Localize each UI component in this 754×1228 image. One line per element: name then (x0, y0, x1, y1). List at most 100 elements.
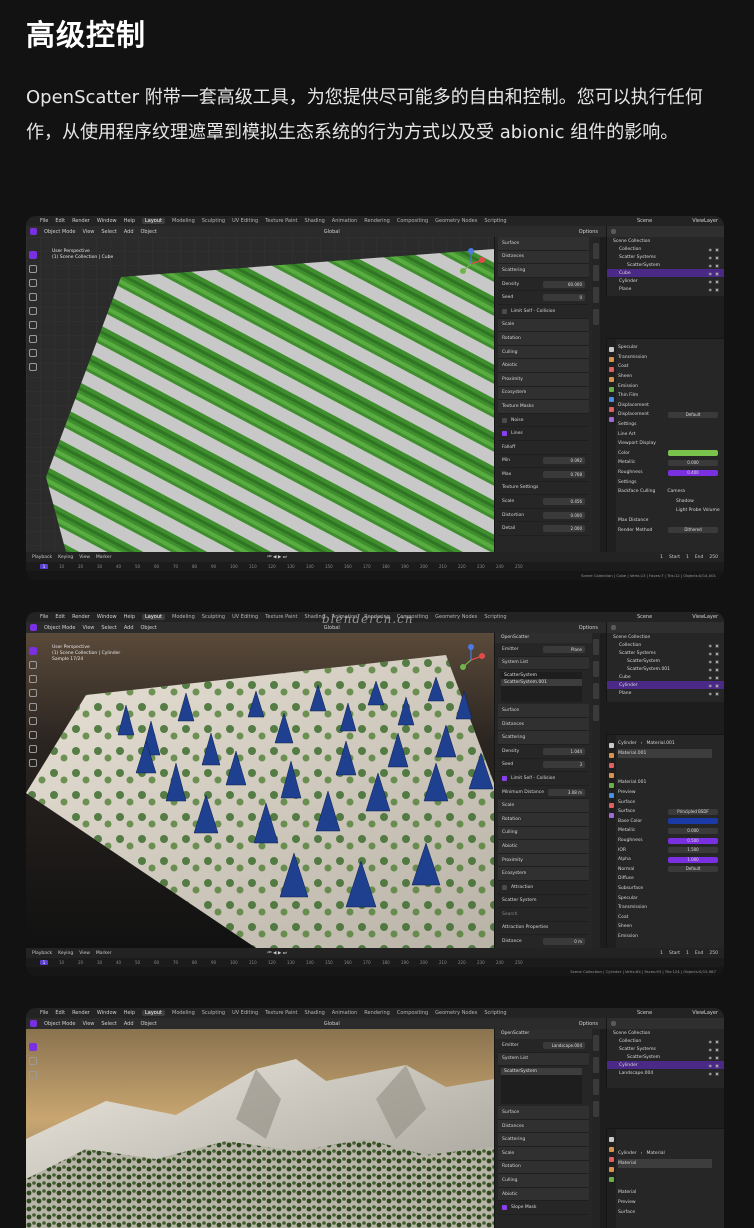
mode-selector[interactable]: Object Mode (44, 625, 76, 631)
outliner-scattersystem-001[interactable]: ScatterSystem.001 ◉ ▣ (607, 665, 724, 673)
menu-add[interactable]: Add (124, 1021, 134, 1027)
outliner-cube[interactable]: Cube ◉ ▣ (607, 269, 724, 277)
panel-texture-masks[interactable]: Texture Masks (498, 400, 589, 414)
outliner-scene-collection[interactable]: Scene Collection (607, 1029, 724, 1037)
keying-menu[interactable]: Keying (58, 951, 73, 956)
emission-section[interactable]: Emission (618, 932, 724, 942)
displacement-field[interactable]: Displacement Default (618, 410, 724, 420)
tab-animation[interactable]: Animation (332, 1010, 358, 1016)
add-cube-tool-icon[interactable] (29, 759, 37, 767)
rotate-tool-icon[interactable] (29, 293, 37, 301)
move-tool-icon[interactable] (29, 279, 37, 287)
outliner-landscape[interactable]: Landscape.004 ◉ ▣ (607, 1069, 724, 1077)
base-color-field[interactable]: Base Color (618, 817, 724, 827)
scatter-system-field[interactable]: Scatter System (498, 895, 589, 909)
tab-compositing[interactable]: Compositing (397, 218, 428, 224)
timeline-view-menu[interactable]: View (79, 555, 90, 560)
menu-edit[interactable]: Edit (55, 614, 65, 620)
settings-section[interactable]: Settings (618, 420, 724, 430)
outliner-collection[interactable]: Collection ◉ ▣ (607, 245, 724, 253)
tab-sculpting[interactable]: Sculpting (202, 614, 225, 620)
annotate-tool-icon[interactable] (29, 335, 37, 343)
diffuse-section[interactable]: Diffuse (618, 874, 724, 884)
tab-modeling[interactable]: Modeling (172, 1010, 195, 1016)
move-tool-icon[interactable] (29, 675, 37, 683)
scene-selector[interactable]: Scene (637, 218, 652, 224)
outliner-scene-collection[interactable]: Scene Collection (607, 633, 724, 641)
menu-window[interactable]: Window (97, 1010, 117, 1016)
scene-selector[interactable]: Scene (637, 614, 652, 620)
3d-viewport[interactable] (26, 1029, 494, 1228)
view-layer-selector[interactable]: ViewLayer (692, 1010, 718, 1016)
panel-ecosystem[interactable]: Ecosystem (498, 386, 589, 401)
navigation-gizmo-icon[interactable] (454, 643, 488, 677)
panel-rotation[interactable]: Rotation (498, 1160, 589, 1175)
ts-scale-field[interactable]: Scale 0.456 (498, 495, 589, 509)
panel-distances[interactable]: Distances (498, 717, 589, 732)
cursor-tool-icon[interactable] (29, 265, 37, 273)
preview-section[interactable]: Preview (618, 1198, 724, 1208)
menu-window[interactable]: Window (97, 218, 117, 224)
menu-window[interactable]: Window (97, 614, 117, 620)
tab-texture-paint[interactable]: Texture Paint (265, 1010, 297, 1016)
3d-viewport[interactable]: User Perspective (1) Scene Collection | … (26, 237, 494, 552)
seed-field[interactable]: Seed 3 (498, 759, 589, 773)
menu-help[interactable]: Help (124, 614, 135, 620)
transmission-section[interactable]: Transmission (618, 353, 724, 363)
measure-tool-icon[interactable] (29, 745, 37, 753)
menu-select[interactable]: Select (101, 229, 116, 235)
outliner-search[interactable] (607, 226, 724, 237)
outliner-collection[interactable]: Collection ◉ ▣ (607, 641, 724, 649)
select-tool-icon[interactable] (29, 1043, 37, 1051)
surface-section[interactable]: Surface (618, 1207, 724, 1217)
menu-select[interactable]: Select (101, 1021, 116, 1027)
backface-culling-checkbox[interactable]: Backface Culling Camera (618, 487, 724, 497)
menu-add[interactable]: Add (124, 229, 134, 235)
tab-geometry-nodes[interactable]: Geometry Nodes (435, 218, 477, 224)
system-list[interactable]: ScatterSystem ScatterSystem.001 (501, 672, 582, 703)
tab-layout[interactable]: Layout (142, 1010, 165, 1016)
outliner-search[interactable] (607, 1018, 724, 1029)
properties-tabs[interactable] (607, 339, 616, 552)
detail-field[interactable]: Detail 2.000 (498, 522, 589, 537)
light-probe-checkbox[interactable]: Light Probe Volume (618, 506, 724, 516)
tab-texture-paint[interactable]: Texture Paint (265, 614, 297, 620)
panel-culling[interactable]: Culling (498, 1174, 589, 1188)
transmission-section[interactable]: Transmission (618, 903, 724, 913)
outliner-scatter-systems[interactable]: Scatter Systems ◉ ▣ (607, 253, 724, 261)
playback-menu[interactable]: Playback (32, 951, 52, 956)
menu-view[interactable]: View (83, 1021, 95, 1027)
attraction-properties[interactable]: Attraction Properties (498, 922, 589, 936)
playback-controls-icon[interactable]: ⏮ ◀ ▶ ⏭ (267, 950, 286, 956)
tab-sculpting[interactable]: Sculpting (202, 1010, 225, 1016)
falloff-row[interactable]: Falloff (498, 441, 589, 455)
outliner-cylinder[interactable]: Cylinder ◉ ▣ (607, 1061, 724, 1069)
tab-geometry-nodes[interactable]: Geometry Nodes (435, 1010, 477, 1016)
alpha-field[interactable]: Alpha 1.000 (618, 855, 724, 865)
view-layer-selector[interactable]: ViewLayer (692, 218, 718, 224)
sheen-section[interactable]: Sheen (618, 372, 724, 382)
cursor-tool-icon[interactable] (29, 1057, 37, 1065)
properties-tabs[interactable] (607, 735, 616, 948)
tab-animation[interactable]: Animation (332, 218, 358, 224)
distance-field[interactable]: Distance 0 m (498, 935, 589, 949)
current-frame[interactable]: 1 (660, 951, 663, 956)
emitter-field[interactable]: Emitter Plane (498, 643, 589, 657)
tab-uv-editing[interactable]: UV Editing (232, 218, 258, 224)
coat-section[interactable]: Coat (618, 913, 724, 923)
seed-field[interactable]: Seed 0 (498, 291, 589, 305)
tab-uv-editing[interactable]: UV Editing (232, 1010, 258, 1016)
search-field[interactable]: Search (498, 908, 589, 922)
slope-mask-checkbox[interactable]: Slope Mask (498, 1201, 589, 1215)
distortion-field[interactable]: Distortion 0.000 (498, 509, 589, 523)
system-item-selected[interactable]: ScatterSystem.001 (501, 679, 582, 687)
editor-type-icon[interactable] (30, 1020, 37, 1027)
density-field[interactable]: Density 1.044 (498, 745, 589, 759)
move-tool-icon[interactable] (29, 1071, 37, 1079)
scale-tool-icon[interactable] (29, 307, 37, 315)
panel-rotation[interactable]: Rotation (498, 812, 589, 827)
menu-file[interactable]: File (40, 218, 48, 224)
tab-uv-editing[interactable]: UV Editing (232, 614, 258, 620)
menu-render[interactable]: Render (72, 614, 90, 620)
panel-culling[interactable]: Culling (498, 826, 589, 841)
